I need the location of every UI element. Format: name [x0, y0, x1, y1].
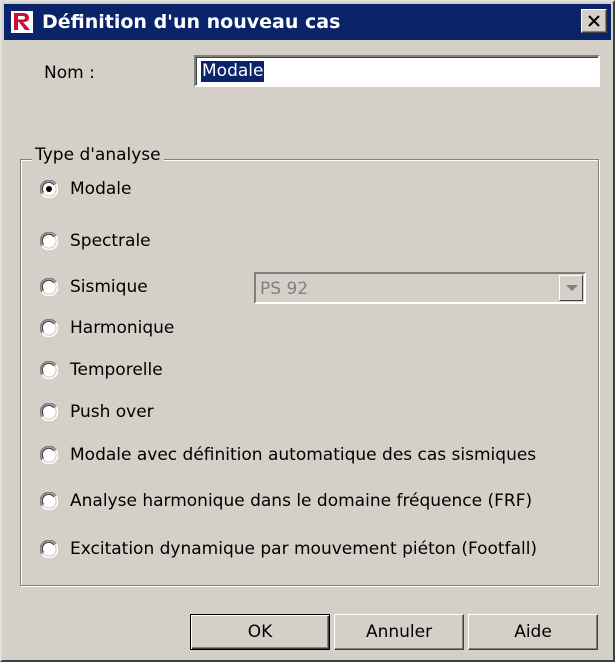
- name-input[interactable]: Modale: [194, 55, 600, 87]
- chevron-down-icon: [566, 285, 578, 291]
- radio-dot: [46, 186, 52, 192]
- close-icon: [588, 15, 600, 27]
- radio-label: Temporelle: [70, 360, 163, 380]
- radio-label: Modale avec définition automatique des c…: [70, 445, 537, 465]
- help-button[interactable]: Aide: [468, 614, 598, 650]
- radio-label: Analyse harmonique dans le domaine fréqu…: [70, 491, 533, 511]
- radio-unselected-icon: [39, 445, 59, 465]
- title-bar[interactable]: Définition d'un nouveau cas: [4, 4, 611, 40]
- cancel-button[interactable]: Annuler: [334, 614, 464, 650]
- analysis-type-legend: Type d'analyse: [32, 144, 164, 166]
- radio-unselected-icon: [39, 360, 59, 380]
- dialog-window: Définition d'un nouveau cas Nom : Modale…: [0, 0, 615, 662]
- radio-label: Harmonique: [70, 318, 175, 338]
- name-input-selected-text: Modale: [201, 61, 265, 82]
- ok-button[interactable]: OK: [190, 614, 330, 650]
- name-label: Nom :: [44, 63, 95, 83]
- radio-unselected-icon: [39, 277, 59, 297]
- radio-label: Excitation dynamique par mouvement piéto…: [70, 539, 538, 559]
- radio-label: Sismique: [70, 277, 148, 297]
- radio-label: Spectrale: [70, 231, 151, 251]
- radio-unselected-icon: [39, 231, 59, 251]
- seismic-norm-dropdown-button[interactable]: [559, 275, 583, 301]
- window-title: Définition d'un nouveau cas: [42, 11, 341, 33]
- seismic-norm-select[interactable]: PS 92: [254, 272, 586, 304]
- radio-unselected-icon: [39, 402, 59, 422]
- radio-unselected-icon: [39, 491, 59, 511]
- radio-unselected-icon: [39, 318, 59, 338]
- seismic-norm-value: PS 92: [260, 279, 309, 299]
- radio-label: Modale: [70, 179, 132, 199]
- robot-app-icon: [10, 10, 34, 34]
- radio-unselected-icon: [39, 539, 59, 559]
- radio-selected-icon: [39, 179, 59, 199]
- close-button[interactable]: [581, 9, 607, 33]
- radio-label: Push over: [70, 402, 154, 422]
